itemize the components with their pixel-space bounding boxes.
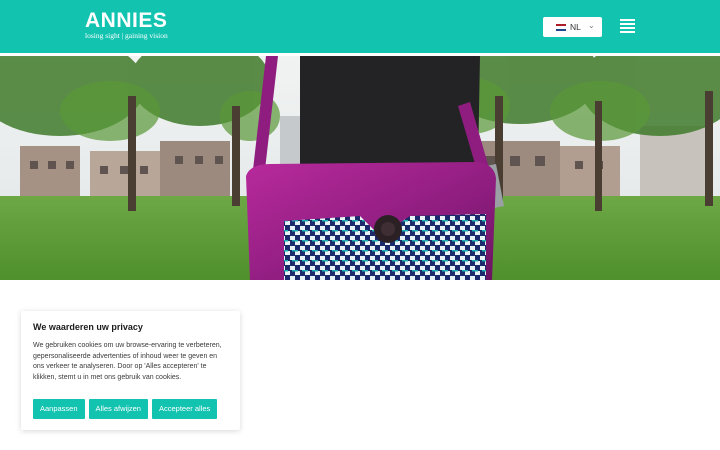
hamburger-menu-icon[interactable] — [620, 18, 635, 34]
dutch-flag-icon — [556, 24, 566, 31]
cookie-banner-actions: Aanpassen Alles afwijzen Accepteer alles — [33, 399, 218, 419]
logo-tagline: losing sight | gaining vision — [85, 31, 168, 40]
site-header: ANNIES losing sight | gaining vision NL … — [0, 0, 720, 53]
cookie-banner-text: We gebruiken cookies om uw browse-ervari… — [33, 342, 222, 381]
logo[interactable]: ANNIES losing sight | gaining vision — [85, 9, 185, 41]
hero-image — [0, 56, 720, 280]
page: ANNIES losing sight | gaining vision NL … — [0, 0, 720, 450]
accept-all-button[interactable]: Accepteer alles — [151, 399, 218, 419]
hero-photo — [0, 56, 720, 280]
reject-all-button[interactable]: Alles afwijzen — [88, 399, 148, 419]
cookie-consent-banner: We waarderen uw privacy We gebruiken coo… — [21, 311, 240, 430]
customize-button[interactable]: Aanpassen — [33, 399, 85, 419]
language-selector[interactable]: NL ⌄ — [543, 17, 602, 37]
language-label: NL — [570, 22, 581, 32]
logo-wordmark: ANNIES — [85, 9, 168, 32]
cookie-banner-title: We waarderen uw privacy — [33, 322, 143, 332]
chevron-down-icon: ⌄ — [588, 21, 595, 30]
